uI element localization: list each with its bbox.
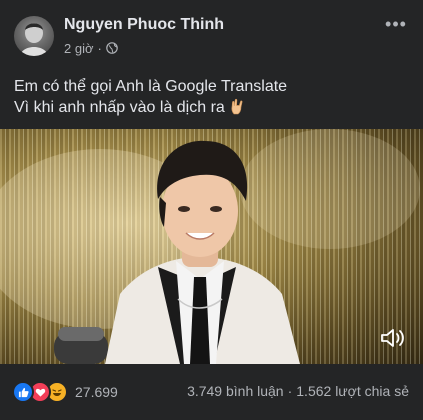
globe-icon[interactable] — [106, 42, 118, 54]
shares-count-link[interactable]: 1.562 lượt chia sẻ — [296, 383, 409, 399]
post-footer: 27.699 3.749 bình luận · 1.562 lượt chia… — [0, 364, 423, 420]
caption-line-2-wrapper: Vì khi anh nhấp vào là dịch ra — [14, 97, 409, 118]
engagement-stats: 3.749 bình luận · 1.562 lượt chia sẻ — [187, 383, 409, 399]
video-player[interactable] — [0, 129, 423, 364]
caption-line-2: Vì khi anh nhấp vào là dịch ra — [14, 99, 225, 116]
stats-separator: · — [287, 383, 293, 399]
post-meta: 2 giờ · — [64, 40, 118, 56]
post-timestamp[interactable]: 2 giờ — [64, 41, 94, 56]
speaker-muted-icon[interactable] — [379, 326, 405, 350]
ellipsis-icon[interactable]: ••• — [383, 14, 409, 34]
caption-line-1: Em có thể gọi Anh là Google Translate — [14, 78, 288, 95]
author-avatar[interactable] — [14, 16, 54, 56]
comments-count-link[interactable]: 3.749 bình luận — [187, 383, 284, 399]
author-name[interactable]: Nguyen Phuoc Thinh — [64, 16, 224, 34]
video-frame — [0, 129, 420, 364]
facebook-post: Nguyen Phuoc Thinh 2 giờ · ••• Em có thể… — [0, 0, 423, 420]
post-header: Nguyen Phuoc Thinh 2 giờ · ••• — [0, 0, 423, 66]
meta-separator: · — [97, 40, 102, 56]
reactions-summary[interactable]: 27.699 — [12, 381, 118, 403]
reaction-count: 27.699 — [75, 384, 118, 400]
love-you-gesture-emoji-icon — [231, 98, 243, 115]
post-caption: Em có thể gọi Anh là Google Translate Vì… — [14, 76, 409, 118]
like-reaction-icon — [12, 381, 34, 403]
avatar-image — [20, 23, 48, 56]
